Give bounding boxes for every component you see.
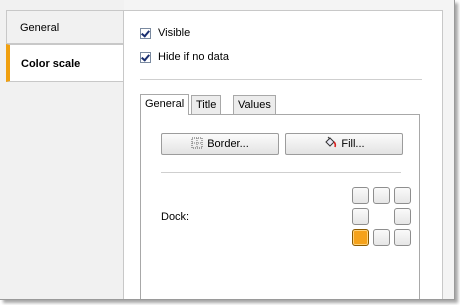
dock-bottom-right[interactable] — [394, 229, 411, 246]
general-tab-pane: Border... Fill... Dock: — [140, 114, 420, 299]
separator — [161, 172, 401, 173]
tab-label: Title — [196, 99, 217, 111]
dock-middle-left[interactable] — [352, 208, 369, 225]
tab-title[interactable]: Title — [191, 95, 222, 114]
dock-top-center[interactable] — [373, 187, 390, 204]
tab-label: Values — [238, 99, 271, 111]
hide-if-no-data-label: Hide if no data — [158, 51, 229, 63]
side-tab-color-scale[interactable]: Color scale — [6, 44, 125, 82]
side-tab-label: Color scale — [21, 58, 81, 70]
dock-bottom-center[interactable] — [373, 229, 390, 246]
border-icon — [191, 137, 203, 152]
border-button[interactable]: Border... — [161, 133, 279, 155]
dock-top-right[interactable] — [394, 187, 411, 204]
hide-if-no-data-checkbox[interactable] — [140, 51, 151, 63]
visible-checkbox[interactable] — [140, 27, 151, 39]
color-scale-panel: Visible Hide if no data General Title Va… — [123, 10, 443, 299]
separator — [140, 79, 422, 80]
tab-values[interactable]: Values — [233, 95, 276, 114]
side-tab-general[interactable]: General — [6, 10, 124, 44]
visible-option[interactable]: Visible — [140, 27, 190, 39]
dock-position-grid — [352, 187, 412, 247]
visible-label: Visible — [158, 27, 191, 39]
paint-bucket-icon — [323, 136, 337, 152]
dock-label: Dock: — [161, 211, 190, 223]
hide-if-no-data-option[interactable]: Hide if no data — [140, 51, 229, 63]
dock-bottom-left[interactable] — [352, 229, 369, 246]
fill-button-label: Fill... — [341, 138, 365, 150]
border-button-label: Border... — [207, 138, 249, 150]
dock-middle-right[interactable] — [394, 208, 411, 225]
dock-top-left[interactable] — [352, 187, 369, 204]
side-tab-label: General — [20, 22, 60, 34]
dialog-frame: General Color scale Visible Hide if no d… — [0, 0, 455, 300]
tab-general[interactable]: General — [140, 94, 190, 115]
fill-button[interactable]: Fill... — [285, 133, 403, 155]
tab-label: General — [145, 98, 185, 110]
side-tab-strip: General Color scale — [0, 0, 125, 299]
